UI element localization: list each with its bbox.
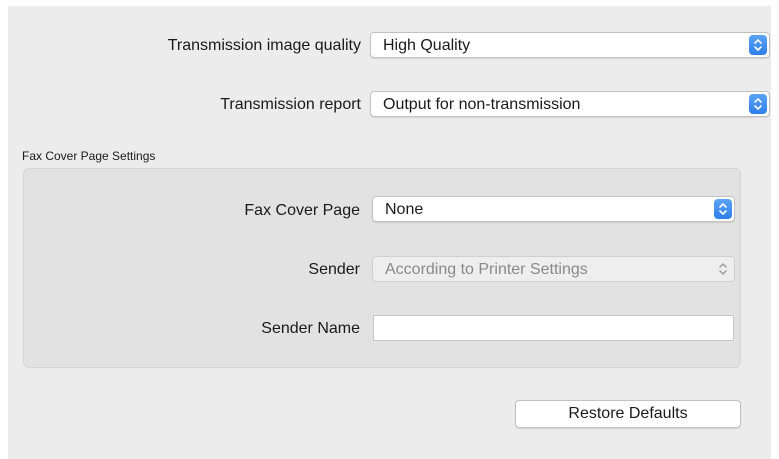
sender-name-field[interactable] [373,315,734,341]
report-label: Transmission report [220,96,361,113]
up-down-chevron-icon [714,259,732,279]
sender-popup: According to Printer Settings [372,256,735,282]
cover-page-popup[interactable]: None [372,196,735,222]
quality-value: High Quality [383,37,471,54]
restore-defaults-button[interactable]: Restore Defaults [515,400,741,428]
sender-name-label: Sender Name [261,320,360,337]
quality-label: Transmission image quality [167,37,361,54]
up-down-chevron-icon [749,35,767,55]
sender-label: Sender [308,261,360,278]
up-down-chevron-icon [749,94,767,114]
up-down-chevron-icon [714,199,732,219]
sender-value: According to Printer Settings [385,261,588,278]
cover-page-label: Fax Cover Page [244,202,360,219]
section-title: Fax Cover Page Settings [22,149,156,163]
report-popup[interactable]: Output for non-transmission [370,91,770,117]
cover-page-value: None [385,201,424,218]
quality-popup[interactable]: High Quality [370,32,770,58]
report-value: Output for non-transmission [383,96,581,113]
